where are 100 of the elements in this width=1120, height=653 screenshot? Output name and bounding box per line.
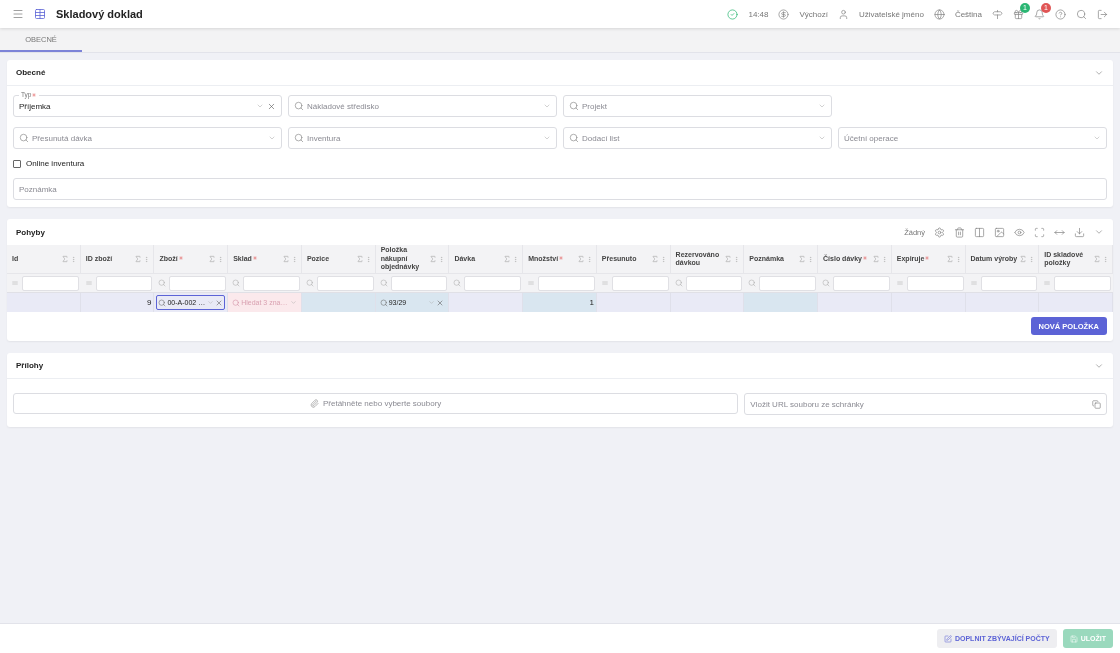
- gift-icon[interactable]: [1013, 8, 1024, 20]
- sigma-icon[interactable]: [576, 255, 585, 263]
- select-field[interactable]: Účetní operace: [838, 127, 1107, 149]
- edit-icon: [943, 634, 952, 643]
- sigma-icon[interactable]: [650, 255, 659, 263]
- sigma-icon[interactable]: [208, 255, 217, 263]
- filter-field[interactable]: [390, 275, 448, 291]
- sigma-icon[interactable]: [503, 255, 512, 263]
- menu-icon[interactable]: [12, 8, 24, 20]
- eye-icon[interactable]: [1014, 226, 1025, 238]
- sigma-icon[interactable]: [724, 255, 733, 263]
- sigma-icon[interactable]: [429, 255, 438, 263]
- caret-icon[interactable]: [268, 134, 276, 142]
- caret-icon[interactable]: [1093, 134, 1101, 142]
- clear-icon[interactable]: [267, 101, 276, 111]
- check-circle-icon: [727, 8, 739, 20]
- search-icon: [569, 101, 579, 111]
- select-field[interactable]: Nákladové středisko: [288, 95, 557, 117]
- page-title: Skladový doklad: [56, 8, 143, 20]
- time-text: 14:48: [748, 9, 769, 19]
- search-icon: [19, 133, 29, 143]
- caret-icon[interactable]: [543, 102, 551, 110]
- caret-icon[interactable]: [543, 134, 551, 142]
- filter-field[interactable]: [243, 275, 300, 291]
- sigma-icon[interactable]: [1093, 255, 1101, 263]
- search-icon[interactable]: [379, 279, 388, 287]
- sigma-icon[interactable]: [134, 255, 143, 263]
- user-icon[interactable]: [837, 8, 849, 20]
- sigma-icon[interactable]: [1019, 255, 1028, 263]
- checkbox-label: Online inventura: [26, 159, 85, 168]
- select-field[interactable]: Inventura: [288, 127, 557, 149]
- url-field[interactable]: Vložit URL souboru ze schránky: [744, 393, 1107, 415]
- caret-icon[interactable]: [289, 299, 297, 306]
- search-icon[interactable]: [674, 279, 683, 287]
- sigma-icon[interactable]: [60, 255, 69, 263]
- sigma-icon[interactable]: [281, 255, 290, 263]
- trash-icon[interactable]: [954, 226, 965, 238]
- filter-field[interactable]: [980, 275, 1038, 291]
- file-drop-zone[interactable]: Přetáhněte nebo vyberte soubory: [13, 393, 739, 414]
- filter-field[interactable]: [685, 275, 743, 291]
- search-icon[interactable]: [1076, 8, 1087, 20]
- checkbox[interactable]: [13, 159, 21, 168]
- filter-field[interactable]: [169, 275, 227, 291]
- caret-icon[interactable]: [818, 102, 826, 110]
- filter-field[interactable]: [464, 275, 522, 291]
- currency-text[interactable]: Výchozí: [799, 9, 828, 19]
- caret-icon[interactable]: [818, 134, 826, 142]
- user-name[interactable]: Uživatelské jméno: [858, 9, 924, 19]
- required-icon: [177, 254, 184, 261]
- filter-field[interactable]: [95, 275, 153, 291]
- language-text[interactable]: Čeština: [954, 9, 982, 19]
- sigma-icon[interactable]: [871, 255, 880, 263]
- filter-field[interactable]: [611, 275, 669, 291]
- caret-icon[interactable]: [256, 102, 264, 110]
- card-title: Pohyby: [16, 227, 46, 237]
- sigma-icon[interactable]: [355, 255, 364, 263]
- search-icon: [158, 298, 167, 307]
- table-icon: [34, 8, 46, 20]
- currency-icon[interactable]: [778, 8, 790, 20]
- required-icon: [924, 254, 931, 261]
- copy-icon[interactable]: [1092, 399, 1101, 409]
- caret-icon[interactable]: [428, 299, 436, 306]
- search-icon[interactable]: [453, 279, 462, 287]
- image-icon[interactable]: [994, 226, 1005, 238]
- note-field[interactable]: Poznámka: [13, 178, 1107, 200]
- search-icon[interactable]: [748, 279, 757, 287]
- search-icon[interactable]: [305, 279, 314, 287]
- gear-icon[interactable]: [934, 226, 945, 238]
- clear-icon[interactable]: [215, 298, 224, 307]
- globe-icon[interactable]: [933, 8, 945, 20]
- sigma-icon[interactable]: [798, 255, 807, 263]
- card-title: Přílohy: [16, 361, 45, 370]
- signpost-icon[interactable]: [992, 8, 1003, 20]
- search-icon[interactable]: [158, 279, 167, 287]
- search-icon[interactable]: [822, 279, 831, 287]
- filter-field[interactable]: [833, 275, 890, 291]
- filter-field[interactable]: [538, 275, 595, 291]
- search-icon[interactable]: [232, 279, 241, 287]
- search-icon: [294, 101, 304, 111]
- clear-icon[interactable]: [436, 298, 445, 307]
- required-icon: [251, 254, 258, 261]
- select-field[interactable]: Přesunutá dávka: [13, 127, 282, 149]
- columns-icon[interactable]: [974, 226, 985, 238]
- download-icon[interactable]: [1074, 226, 1085, 238]
- sigma-icon[interactable]: [945, 255, 954, 263]
- filter-field[interactable]: [1054, 275, 1111, 291]
- logout-icon[interactable]: [1097, 8, 1108, 20]
- collapse-icon[interactable]: [1094, 227, 1104, 237]
- cell-text: 1: [589, 298, 594, 307]
- filter-field[interactable]: [759, 275, 817, 291]
- select-field[interactable]: Dodací list: [563, 127, 832, 149]
- bell-icon[interactable]: [1034, 8, 1045, 20]
- select-field[interactable]: Projekt: [563, 95, 832, 117]
- help-icon[interactable]: [1055, 8, 1066, 20]
- caret-icon[interactable]: [207, 299, 215, 306]
- filter-field[interactable]: [906, 275, 964, 291]
- frame-icon[interactable]: [1034, 226, 1045, 238]
- save-icon: [1069, 634, 1078, 643]
- filter-field[interactable]: [316, 275, 374, 291]
- filter-field[interactable]: [22, 275, 79, 291]
